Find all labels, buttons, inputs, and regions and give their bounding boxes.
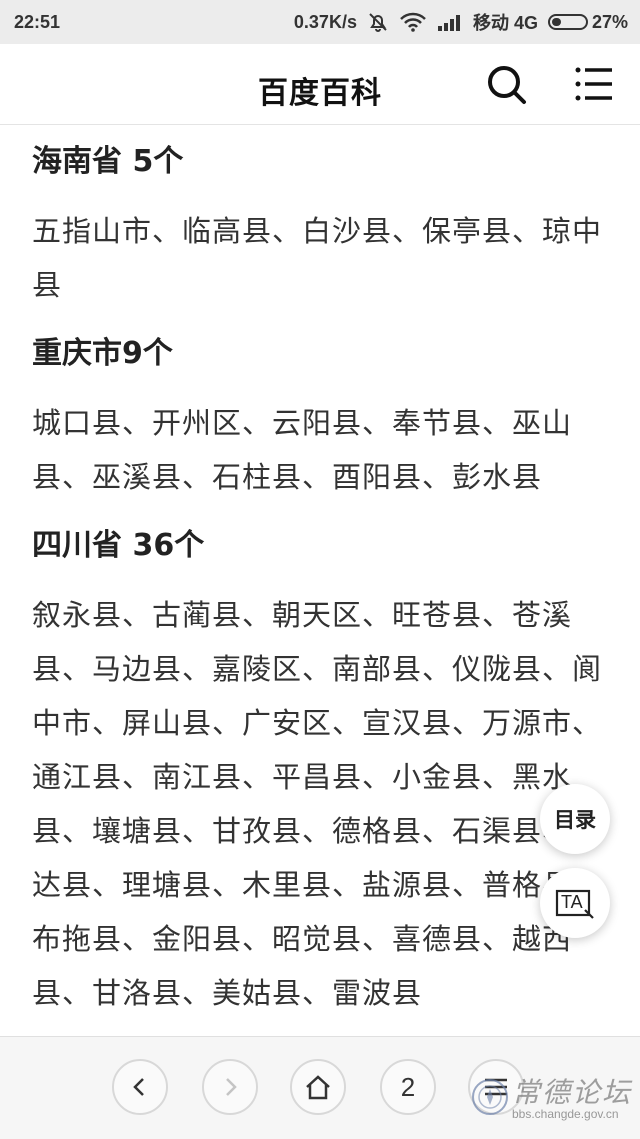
mute-bell-icon bbox=[367, 11, 389, 33]
ta-icon: TA bbox=[555, 888, 595, 919]
status-bar: 22:51 0.37K/s 移动 4G 27% bbox=[0, 0, 640, 44]
ta-button[interactable]: TA bbox=[540, 868, 610, 938]
signal-icon bbox=[437, 13, 463, 31]
app-header: 百度百科 bbox=[0, 44, 640, 125]
search-icon[interactable] bbox=[486, 64, 528, 106]
tab-count: 2 bbox=[400, 1071, 416, 1102]
section-chongqing: 重庆市9个 城口县、开州区、云阳县、奉节县、巫山县、巫溪县、石柱县、酉阳县、彭水… bbox=[32, 334, 612, 504]
toc-label: 目录 bbox=[554, 808, 596, 832]
section-body: 城口县、开州区、云阳县、奉节县、巫山县、巫溪县、石柱县、酉阳县、彭水县 bbox=[32, 406, 573, 494]
article-content: 海南省 5个 五指山市、临高县、白沙县、保亭县、琼中县 重庆市9个 城口县、开州… bbox=[32, 124, 612, 1036]
network-speed: 0.37K/s bbox=[293, 11, 357, 32]
chevron-left-icon bbox=[133, 1078, 144, 1096]
home-button[interactable] bbox=[290, 1059, 346, 1115]
home-icon bbox=[306, 1075, 330, 1100]
hamburger-icon bbox=[485, 1078, 507, 1096]
status-time: 22:51 bbox=[14, 11, 61, 32]
menu-icon[interactable] bbox=[574, 66, 614, 102]
status-right: 0.37K/s 移动 4G 27% bbox=[294, 9, 628, 35]
section-title: 重庆市9个 bbox=[32, 336, 173, 371]
page-title: 百度百科 bbox=[258, 76, 382, 111]
toc-button[interactable]: 目录 bbox=[540, 784, 610, 854]
section-body: 叙永县、古蔺县、朝天区、旺苍县、苍溪县、马边县、嘉陵区、南部县、仪陇县、阆中市、… bbox=[32, 598, 603, 1010]
tabs-button[interactable]: 2 bbox=[380, 1059, 436, 1115]
back-button[interactable] bbox=[112, 1059, 168, 1115]
ta-label: TA bbox=[561, 892, 583, 912]
forward-button[interactable] bbox=[202, 1059, 258, 1115]
watermark-url: bbs.changde.gov.cn bbox=[512, 1107, 619, 1121]
battery-icon bbox=[547, 14, 588, 30]
watermark-text: 常德论坛 bbox=[512, 1076, 633, 1109]
section-hainan: 海南省 5个 五指山市、临高县、白沙县、保亭县、琼中县 bbox=[32, 142, 612, 312]
wifi-icon bbox=[399, 12, 427, 32]
battery-percent: 27% bbox=[591, 11, 628, 32]
battery-indicator: 27% bbox=[547, 11, 628, 33]
more-menu-button[interactable] bbox=[468, 1059, 524, 1115]
bottom-nav-bar: 2 常德论坛 bbs.changde.gov.cn bbox=[0, 1036, 640, 1139]
carrier-label: 移动 4G bbox=[472, 13, 538, 33]
chevron-right-icon bbox=[226, 1078, 237, 1096]
section-title: 四川省 36个 bbox=[32, 528, 205, 563]
section-sichuan: 四川省 36个 叙永县、古蔺县、朝天区、旺苍县、苍溪县、马边县、嘉陵区、南部县、… bbox=[32, 526, 612, 1020]
section-title: 海南省 5个 bbox=[32, 144, 184, 179]
section-body: 五指山市、临高县、白沙县、保亭县、琼中县 bbox=[32, 214, 603, 302]
